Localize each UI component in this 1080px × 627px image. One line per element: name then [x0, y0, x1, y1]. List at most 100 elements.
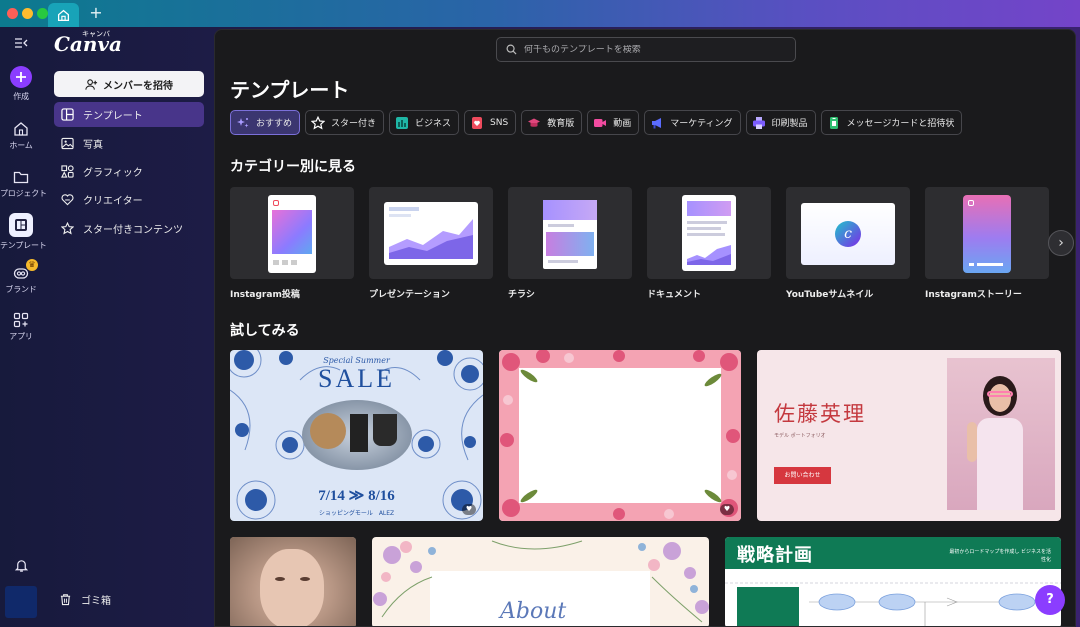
- template-card-floral-frame[interactable]: ♥: [499, 350, 741, 521]
- creator-heart-icon: [61, 194, 74, 206]
- templates-panel: Canva キャンバ メンバーを招待 テンプレート 写真 グラフィック クリエイ…: [42, 27, 214, 627]
- category-label: YouTubeサムネイル: [786, 290, 874, 300]
- rail-templates[interactable]: テンプレート: [0, 213, 47, 251]
- strategy-note: 最初からロードマップを作成し ビジネスを活性化: [949, 549, 1051, 563]
- close-window-button[interactable]: [7, 8, 18, 19]
- chip-video[interactable]: 動画: [587, 110, 640, 135]
- portfolio-subtitle: モデル ポートフォリオ: [774, 433, 826, 439]
- nav-label: テンプレート: [83, 111, 143, 122]
- folder-icon: [13, 171, 29, 184]
- invite-members-button[interactable]: メンバーを招待: [54, 71, 204, 97]
- account-avatar[interactable]: [5, 586, 37, 618]
- portrait-photo: [230, 537, 356, 626]
- page-title: テンプレート: [230, 78, 350, 102]
- rail-home[interactable]: ホーム: [0, 121, 42, 151]
- nav-label: スター付きコンテンツ: [83, 225, 183, 236]
- category-document[interactable]: ドキュメント: [647, 187, 771, 300]
- template-card-floral-about[interactable]: About: [372, 537, 709, 626]
- help-button[interactable]: ?: [1035, 585, 1065, 615]
- plus-icon: [16, 72, 26, 82]
- chip-recommended[interactable]: おすすめ: [230, 110, 301, 135]
- chip-label: メッセージカードと招待状: [846, 119, 955, 129]
- chip-cards-invitations[interactable]: メッセージカードと招待状: [820, 110, 963, 135]
- chip-label: マーケティング: [670, 119, 733, 129]
- category-label: チラシ: [508, 290, 535, 300]
- panel-nav-graphics[interactable]: グラフィック: [54, 159, 204, 184]
- rail-apps[interactable]: アプリ: [0, 312, 42, 342]
- chip-marketing[interactable]: マーケティング: [644, 110, 741, 135]
- photo-icon: [61, 137, 74, 150]
- favorite-heart-icon[interactable]: ♥: [720, 504, 734, 515]
- chip-label: スター付き: [331, 119, 377, 129]
- search-input[interactable]: [524, 44, 784, 55]
- nav-label: クリエイター: [83, 196, 143, 207]
- category-thumbnail: c: [786, 187, 910, 279]
- templates-label: テンプレート: [0, 241, 47, 250]
- add-user-icon: [85, 78, 98, 90]
- trash-icon: [60, 594, 71, 606]
- home-label: ホーム: [9, 141, 33, 150]
- rail-projects[interactable]: プロジェクト: [0, 169, 47, 199]
- video-camera-icon: [594, 118, 607, 127]
- chip-label: 印刷製品: [771, 119, 808, 129]
- chevron-right-icon: ›: [1058, 235, 1064, 251]
- window-title-bar: +: [0, 0, 1080, 27]
- category-chips: おすすめ スター付き ビジネス SNS 教育版 動画 マーケティング 印刷製品: [230, 110, 963, 135]
- sale-dates: 7/14 ≫ 8/16: [318, 488, 395, 504]
- panel-nav-starred[interactable]: スター付きコンテンツ: [54, 216, 204, 241]
- category-label: Instagram投稿: [230, 290, 300, 300]
- logo-kana: キャンバ: [82, 30, 110, 38]
- rail-brand[interactable]: ♛ ブランド: [0, 259, 42, 295]
- category-presentation[interactable]: プレゼンテーション: [369, 187, 493, 300]
- crown-icon: ♛: [26, 259, 38, 271]
- model-photo: [947, 358, 1055, 510]
- create-button[interactable]: 作成: [0, 66, 42, 102]
- template-card-summer-sale[interactable]: Special Summer SALE 7/14 ≫ 8/16 ショッピングモー…: [230, 350, 483, 521]
- panel-nav-photos[interactable]: 写真: [54, 131, 204, 156]
- chip-print[interactable]: 印刷製品: [745, 110, 816, 135]
- category-thumbnail: [230, 187, 354, 279]
- category-section-title: カテゴリー別に見る: [230, 159, 356, 175]
- category-flyer[interactable]: チラシ: [508, 187, 632, 300]
- strategy-title: 戦略計画: [737, 545, 813, 566]
- collapse-menu-button[interactable]: [0, 37, 42, 49]
- new-tab-button[interactable]: +: [87, 3, 105, 23]
- trash-label: ゴミ箱: [81, 596, 111, 607]
- template-card-model-portfolio[interactable]: 佐藤英理 モデル ポートフォリオ お問い合わせ: [757, 350, 1061, 521]
- chip-label: SNS: [490, 117, 509, 128]
- category-instagram-post[interactable]: Instagram投稿: [230, 187, 354, 300]
- sparkle-icon: [237, 117, 249, 127]
- category-label: ドキュメント: [647, 290, 702, 300]
- home-tab[interactable]: [48, 3, 79, 27]
- panel-nav-templates[interactable]: テンプレート: [54, 102, 204, 127]
- template-card-strategy-plan[interactable]: 戦略計画 最初からロードマップを作成し ビジネスを活性化: [725, 537, 1061, 626]
- apps-label: アプリ: [9, 332, 33, 341]
- about-script: About: [500, 599, 567, 624]
- apps-icon: [13, 312, 29, 328]
- carousel-next-button[interactable]: ›: [1048, 230, 1074, 256]
- maximize-window-button[interactable]: [37, 8, 48, 19]
- home-icon: [57, 9, 70, 21]
- portfolio-contact-button[interactable]: お問い合わせ: [774, 467, 831, 484]
- minimize-window-button[interactable]: [22, 8, 33, 19]
- chip-starred[interactable]: スター付き: [305, 110, 385, 135]
- bell-icon: [14, 560, 28, 572]
- category-youtube-thumbnail[interactable]: c YouTubeサムネイル: [786, 187, 910, 300]
- home-icon: [14, 122, 28, 136]
- notifications-button[interactable]: [0, 558, 42, 573]
- nav-label: グラフィック: [83, 168, 143, 179]
- template-card-portrait[interactable]: [230, 537, 356, 626]
- chip-education[interactable]: 教育版: [521, 110, 583, 135]
- panel-nav-creators[interactable]: クリエイター: [54, 187, 204, 212]
- nav-label: 写真: [83, 140, 103, 151]
- chip-business[interactable]: ビジネス: [389, 110, 460, 135]
- invite-label: メンバーを招待: [103, 80, 173, 92]
- template-search[interactable]: [496, 37, 796, 62]
- category-instagram-story[interactable]: Instagramストーリー: [925, 187, 1049, 300]
- area-graphic: [389, 219, 473, 259]
- chip-sns[interactable]: SNS: [464, 110, 517, 135]
- sns-heart-icon: [472, 116, 483, 129]
- template-icon: [15, 219, 27, 231]
- favorite-heart-icon[interactable]: ♥: [462, 504, 476, 515]
- trash-button[interactable]: ゴミ箱: [54, 592, 111, 607]
